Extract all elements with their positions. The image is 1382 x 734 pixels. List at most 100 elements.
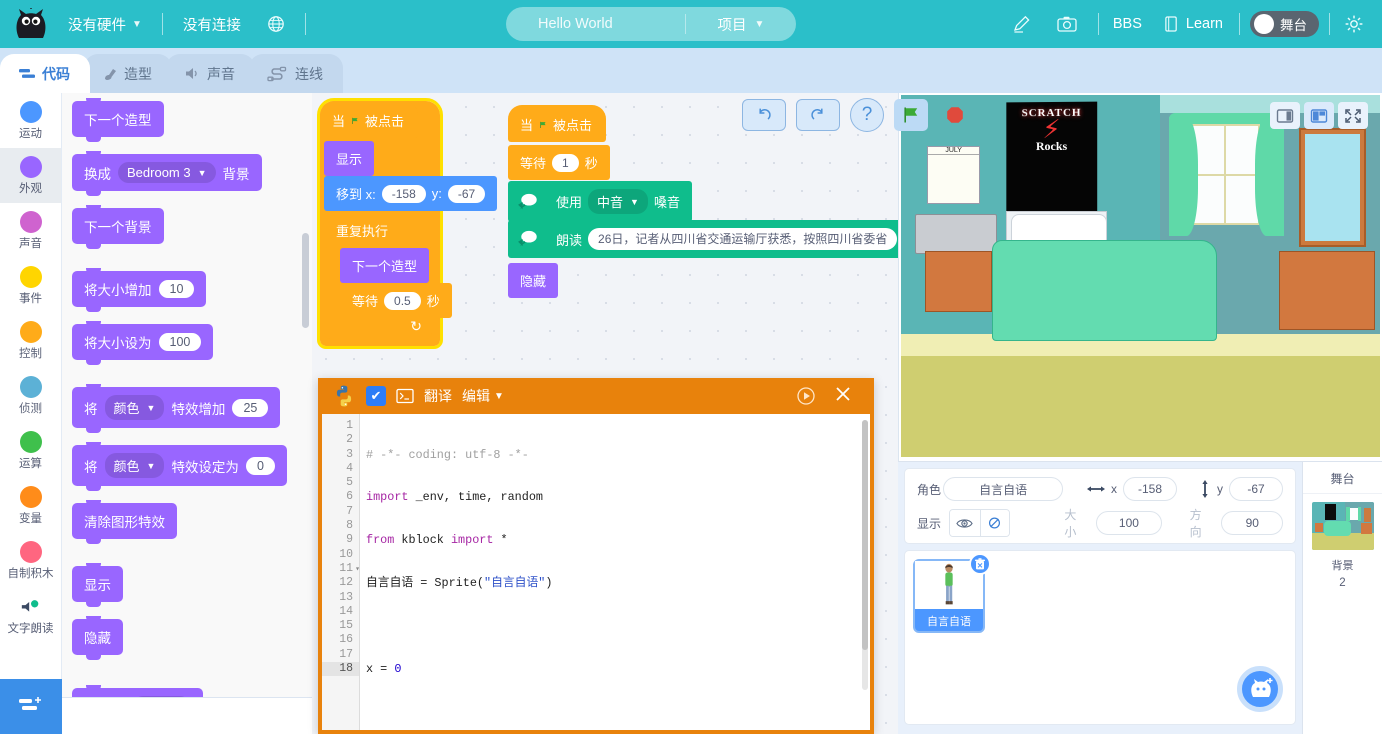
large-stage-button[interactable] <box>1304 102 1334 129</box>
size-input[interactable]: 100 <box>158 333 202 351</box>
edit-menu[interactable]: 编辑 ▼ <box>462 386 504 406</box>
sprite-card[interactable]: 自言自语 <box>913 553 991 633</box>
block-when-flag-clicked-1[interactable]: 当 被点击 <box>320 101 418 138</box>
category-sound[interactable]: 声音 <box>0 203 61 258</box>
effect-dropdown[interactable]: 颜色 ▼ <box>104 395 165 420</box>
category-control[interactable]: 控制 <box>0 313 61 368</box>
category-events[interactable]: 事件 <box>0 258 61 313</box>
project-menu[interactable]: 项目 ▼ <box>686 14 796 35</box>
app-logo[interactable] <box>0 0 62 48</box>
code-scrollbar-thumb[interactable] <box>862 420 868 650</box>
code-editor[interactable]: 1 2 3 4 5 6 7 8 9 10 11 ▾ 12 13 14 15 16 … <box>322 414 870 730</box>
globe-button[interactable] <box>247 15 291 33</box>
small-stage-button[interactable] <box>1270 102 1300 129</box>
voice-dropdown[interactable]: 中音 ▼ <box>588 189 648 214</box>
screenshot-button[interactable] <box>1044 0 1090 48</box>
connection-status[interactable]: 没有连接 <box>177 14 247 35</box>
stage-toggle[interactable]: 舞台 <box>1250 11 1319 37</box>
translate-button[interactable]: 翻译 <box>424 386 452 406</box>
block-forever[interactable]: 重复执行 <box>324 213 432 248</box>
size-change-input[interactable]: 10 <box>158 280 195 298</box>
line-number: 4 <box>346 461 353 475</box>
palette-block-set-size-to[interactable]: 将大小设为 100 <box>72 321 214 365</box>
block-set-voice[interactable]: 使用 中音 ▼ 嗓音 <box>508 181 692 222</box>
category-sensing[interactable]: 侦测 <box>0 368 61 423</box>
palette-block-change-effect-by[interactable]: 将 颜色 ▼ 特效增加 25 <box>72 384 281 433</box>
block-next-costume-script[interactable]: 下一个造型 <box>340 248 430 283</box>
add-extension-button[interactable] <box>0 679 62 734</box>
palette-block-show[interactable]: 显示 <box>72 563 123 607</box>
block-text: y: <box>431 186 442 201</box>
block-wait-one[interactable]: 等待 1 秒 <box>508 145 610 180</box>
palette-block-next-backdrop[interactable]: 下一个背景 <box>72 205 164 249</box>
goto-x-input[interactable]: -158 <box>381 184 426 203</box>
learn-link[interactable]: Learn <box>1148 15 1229 33</box>
category-motion[interactable]: 运动 <box>0 93 61 148</box>
palette-block-switch-backdrop[interactable]: 换成 Bedroom 3 ▼ 背景 <box>72 151 262 196</box>
stop-button[interactable] <box>938 99 972 131</box>
block-hide-script[interactable]: 隐藏 <box>508 263 559 298</box>
backdrop-dropdown[interactable]: Bedroom 3 ▼ <box>118 162 216 183</box>
green-flag-button[interactable] <box>894 99 928 131</box>
fold-arrow-icon[interactable]: ▾ <box>355 563 360 577</box>
block-wait-half[interactable]: 等待 0.5 秒 <box>340 283 452 318</box>
block-when-flag-clicked-2[interactable]: 当 被点击 <box>508 105 606 142</box>
category-variables[interactable]: 变量 <box>0 478 61 533</box>
code-content[interactable]: # -*- coding: utf-8 -*- import _env, tim… <box>360 414 870 730</box>
hide-sprite-button[interactable] <box>979 510 1010 536</box>
category-text-to-speech[interactable]: 文字朗读 <box>0 588 61 643</box>
effect-input[interactable]: 0 <box>245 456 275 475</box>
settings-button[interactable] <box>1340 0 1368 48</box>
block-speak-and-wait[interactable]: 朗读 26日，记者从四川省交通运输厅获悉，按照四川省委省 <box>508 220 898 258</box>
category-operators[interactable]: 运算 <box>0 423 61 478</box>
run-code-button[interactable] <box>796 386 816 406</box>
python-code-panel[interactable]: ✔ 翻译 编辑 ▼ 1 2 3 4 5 6 7 8 9 10 11 ▾ 12 1… <box>318 378 874 734</box>
palette-block-hide[interactable]: 隐藏 <box>72 616 123 660</box>
palette-scrollbar[interactable] <box>302 233 309 328</box>
bbs-link[interactable]: BBS <box>1107 16 1148 32</box>
sprite-list[interactable]: 自言自语 <box>904 550 1296 725</box>
edit-button[interactable] <box>1000 0 1044 48</box>
effect-change-input[interactable]: 25 <box>232 398 269 417</box>
goto-y-input[interactable]: -67 <box>447 184 486 203</box>
tab-code[interactable]: 代码 <box>0 54 90 93</box>
speak-text-input[interactable]: 26日，记者从四川省交通运输厅获悉，按照四川省委省 <box>588 228 898 250</box>
sprite-name-input[interactable]: 自言自语 <box>943 477 1063 501</box>
stage-backdrop-panel[interactable]: 舞台 背景 2 <box>1302 461 1382 734</box>
add-sprite-button[interactable] <box>1237 666 1283 712</box>
sprite-x-input[interactable]: -158 <box>1123 477 1177 501</box>
tab-costumes[interactable]: 造型 <box>84 54 172 93</box>
undo-button[interactable] <box>742 99 786 131</box>
block-show-1[interactable]: 显示 <box>324 141 375 176</box>
project-name[interactable]: Hello World <box>506 16 685 32</box>
category-looks[interactable]: 外观 <box>0 148 61 203</box>
hardware-selector[interactable]: 没有硬件 ▼ <box>62 14 148 35</box>
sprite-y-input[interactable]: -67 <box>1229 477 1283 501</box>
palette-block-next-costume[interactable]: 下一个造型 <box>72 98 164 142</box>
python-sync-checkbox[interactable]: ✔ <box>366 386 386 406</box>
wait-seconds-input[interactable]: 0.5 <box>384 291 421 310</box>
backdrop-thumbnail[interactable] <box>1311 502 1374 550</box>
palette-block-clear-effects[interactable]: 清除图形特效 <box>72 500 177 544</box>
wait-seconds-input[interactable]: 1 <box>552 153 579 172</box>
show-sprite-button[interactable] <box>949 510 980 536</box>
delete-sprite-button[interactable] <box>969 553 991 575</box>
stage-canvas[interactable]: JULY SCRATCH ⚡ Rocks <box>901 95 1380 457</box>
close-panel-button[interactable] <box>834 385 852 408</box>
palette-block-change-size-by[interactable]: 将大小增加 10 <box>72 268 207 312</box>
palette-block-set-effect-to[interactable]: 将 颜色 ▼ 特效设定为 0 <box>72 442 287 491</box>
effect-dropdown[interactable]: 颜色 ▼ <box>104 453 165 478</box>
block-palette[interactable]: 下一个造型 换成 Bedroom 3 ▼ 背景 下一个背景 将大小增加 10 将… <box>62 93 312 734</box>
tab-wiring[interactable]: 连线 <box>249 54 343 93</box>
help-button[interactable]: ? <box>850 98 884 132</box>
terminal-icon[interactable] <box>396 388 414 404</box>
block-goto-xy[interactable]: 移到 x: -158 y: -67 <box>324 176 498 211</box>
redo-button[interactable] <box>796 99 840 131</box>
fullscreen-button[interactable] <box>1338 102 1368 129</box>
header-divider-5 <box>1329 13 1330 35</box>
sprite-direction-input[interactable]: 90 <box>1221 511 1283 535</box>
sprite-size-input[interactable]: 100 <box>1096 511 1162 535</box>
tab-sounds[interactable]: 声音 <box>166 54 255 93</box>
code-vertical-scrollbar[interactable] <box>862 420 868 690</box>
category-my-blocks[interactable]: 自制积木 <box>0 533 61 588</box>
